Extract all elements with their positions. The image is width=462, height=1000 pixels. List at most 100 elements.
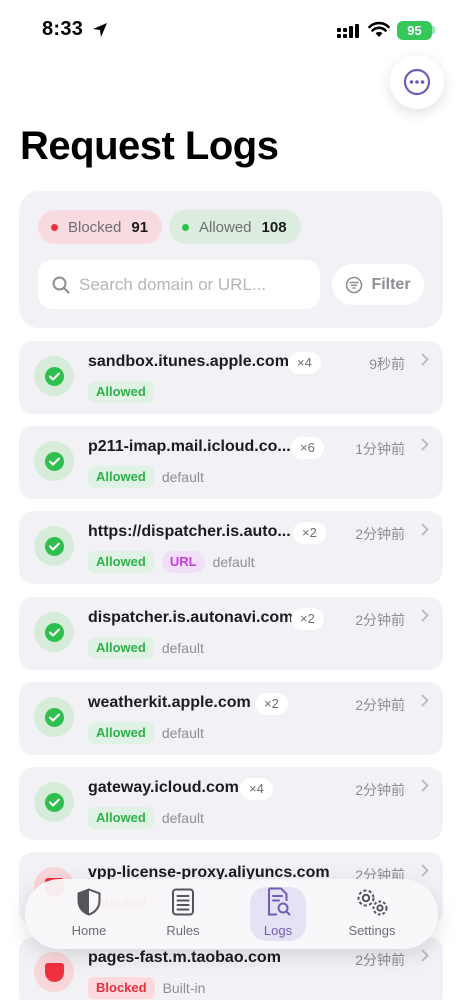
chevron-right-icon <box>421 609 429 622</box>
checkmark-icon <box>44 366 64 386</box>
blocked-dot-icon <box>51 223 58 231</box>
tab-logs[interactable]: Logs <box>250 887 306 941</box>
search-icon <box>52 276 70 293</box>
allowed-count-pill[interactable]: Allowed 108 <box>169 210 301 244</box>
log-row[interactable]: sandbox.itunes.apple.com ×4 9秒前 Allowed <box>19 341 443 414</box>
log-domain: sandbox.itunes.apple.com <box>88 353 289 370</box>
allowed-status-icon <box>34 441 74 481</box>
log-domain: gateway.icloud.com <box>88 779 239 796</box>
log-tags: Allowed default <box>88 807 204 829</box>
shield-blocked-icon <box>44 962 64 982</box>
log-time: 9秒前 <box>369 356 405 372</box>
tab-rules-label: Rules <box>166 923 200 938</box>
log-tags: Allowed default <box>88 466 204 488</box>
log-time: 2分钟前 <box>355 782 405 798</box>
allowed-status-icon <box>34 782 74 822</box>
tab-bar: Home Rules Logs Settings <box>25 879 438 949</box>
tab-settings-label: Settings <box>348 923 396 938</box>
rule-label: default <box>161 725 204 741</box>
log-domain: dispatcher.is.autonavi.com <box>88 609 294 626</box>
chevron-right-icon <box>421 779 429 792</box>
status-tag: Blocked <box>88 977 155 999</box>
log-time: 1分钟前 <box>355 441 405 457</box>
shield-icon <box>77 888 101 916</box>
log-tags: Allowed <box>88 381 162 403</box>
rule-label: default <box>161 810 204 826</box>
summary-card: Blocked 91 Allowed 108 Filter <box>19 191 443 328</box>
rule-label: default <box>161 469 204 485</box>
chevron-right-icon <box>421 438 429 451</box>
log-row[interactable]: dispatcher.is.autonavi.com ×2 2分钟前 Allowed d… <box>19 597 443 670</box>
log-time: 2分钟前 <box>355 526 405 542</box>
filter-icon <box>346 276 363 293</box>
tab-home-label: Home <box>71 923 107 938</box>
status-tag: Allowed <box>88 637 154 659</box>
log-tags: Blocked Built-in <box>88 977 205 999</box>
cellular-signal-icon <box>337 24 359 38</box>
status-time: 8:33 <box>42 18 84 40</box>
log-time: 2分钟前 <box>355 612 405 628</box>
tab-rules[interactable]: Rules <box>147 887 219 941</box>
log-tags: Allowed default <box>88 722 204 744</box>
request-count-badge: ×2 <box>293 522 326 544</box>
blocked-status-icon <box>34 952 74 992</box>
filter-button[interactable]: Filter <box>332 264 424 305</box>
request-count-badge: ×6 <box>291 437 324 459</box>
list-icon <box>172 888 194 916</box>
ellipsis-circle-icon <box>403 68 431 96</box>
checkmark-icon <box>44 792 64 812</box>
chevron-right-icon <box>421 864 429 877</box>
status-tag: Allowed <box>88 807 154 829</box>
url-tag: URL <box>161 551 205 573</box>
log-domain: weatherkit.apple.com <box>88 694 251 711</box>
rule-label: default <box>212 554 255 570</box>
chevron-right-icon <box>421 949 429 962</box>
location-arrow-icon <box>93 23 107 37</box>
log-row[interactable]: weatherkit.apple.com ×2 2分钟前 Allowed default <box>19 682 443 755</box>
wifi-icon <box>368 21 390 37</box>
allowed-status-icon <box>34 356 74 396</box>
document-search-icon <box>268 887 291 916</box>
filter-label: Filter <box>371 275 411 293</box>
tab-home[interactable]: Home <box>53 887 125 941</box>
status-tag: Allowed <box>88 722 154 744</box>
search-box[interactable] <box>38 260 320 309</box>
log-row[interactable]: https://dispatcher.is.auto... ×2 2分钟前 Allow… <box>19 511 443 584</box>
log-domain: pages-fast.m.taobao.com <box>88 949 281 966</box>
allowed-status-icon <box>34 526 74 566</box>
allowed-dot-icon <box>182 223 189 231</box>
more-options-button[interactable] <box>390 55 444 109</box>
chevron-right-icon <box>421 353 429 366</box>
log-row[interactable]: p211-imap.mail.icloud.co... ×6 1分钟前 Allowed… <box>19 426 443 499</box>
request-count-badge: ×2 <box>291 608 324 630</box>
battery-indicator: 95 <box>397 21 432 40</box>
rule-label: default <box>161 640 204 656</box>
search-input[interactable] <box>79 274 299 295</box>
log-time: 2分钟前 <box>355 952 405 968</box>
status-tag: Allowed <box>88 466 154 488</box>
tab-settings[interactable]: Settings <box>336 887 408 941</box>
blocked-label: Blocked <box>68 218 122 236</box>
log-domain: https://dispatcher.is.auto... <box>88 523 291 540</box>
status-tag: Allowed <box>88 551 154 573</box>
request-count-badge: ×2 <box>255 693 288 715</box>
allowed-count: 108 <box>261 218 287 236</box>
checkmark-icon <box>44 622 64 642</box>
checkmark-icon <box>44 451 64 471</box>
log-time: 2分钟前 <box>355 697 405 713</box>
status-tag: Allowed <box>88 381 154 403</box>
log-row[interactable]: gateway.icloud.com ×4 2分钟前 Allowed default <box>19 767 443 840</box>
battery-tip <box>432 26 435 34</box>
chevron-right-icon <box>421 694 429 707</box>
request-count-badge: ×4 <box>240 778 273 800</box>
log-domain: p211-imap.mail.icloud.co... <box>88 438 291 455</box>
gears-icon <box>357 889 388 916</box>
allowed-label: Allowed <box>199 218 252 236</box>
log-tags: Allowed default <box>88 637 204 659</box>
checkmark-icon <box>44 536 64 556</box>
allowed-status-icon <box>34 612 74 652</box>
page-title: Request Logs <box>20 124 279 168</box>
status-bar: 8:33 95 <box>0 0 462 60</box>
blocked-count-pill[interactable]: Blocked 91 <box>38 210 163 244</box>
checkmark-icon <box>44 707 64 727</box>
